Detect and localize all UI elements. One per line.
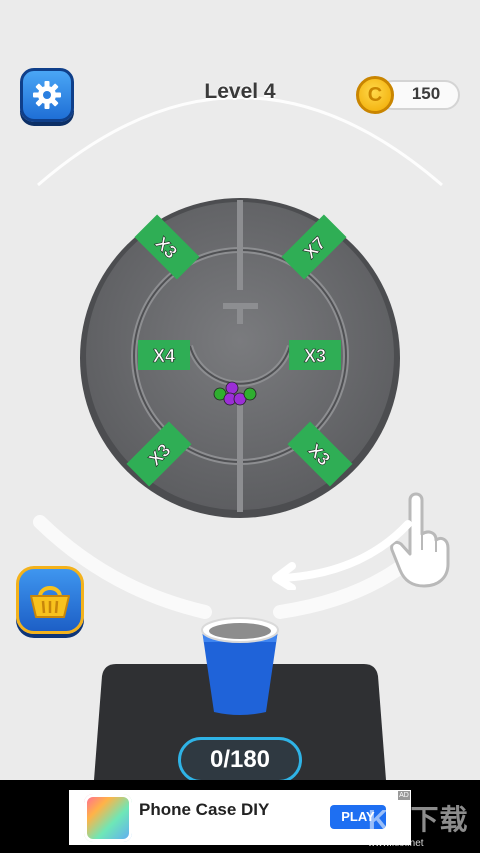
ball-counter-text: 0/180 bbox=[209, 746, 271, 773]
ad-app-thumbnail[interactable] bbox=[84, 794, 132, 842]
shop-basket-button[interactable] bbox=[16, 566, 84, 634]
ad-title[interactable]: Phone Case DIY bbox=[139, 800, 269, 820]
watermark-url: www.kkx.net bbox=[368, 838, 424, 849]
basket-icon bbox=[30, 586, 70, 618]
multiplier-inner-right: X3 bbox=[304, 346, 326, 366]
ball-cluster bbox=[213, 381, 257, 406]
multiplier-inner-left: X4 bbox=[153, 346, 175, 366]
ball bbox=[243, 387, 257, 401]
watermark-logo: KK下载 bbox=[368, 804, 469, 835]
swipe-arrow-icon bbox=[272, 520, 412, 590]
ball bbox=[225, 381, 239, 395]
blue-cup bbox=[201, 617, 279, 715]
